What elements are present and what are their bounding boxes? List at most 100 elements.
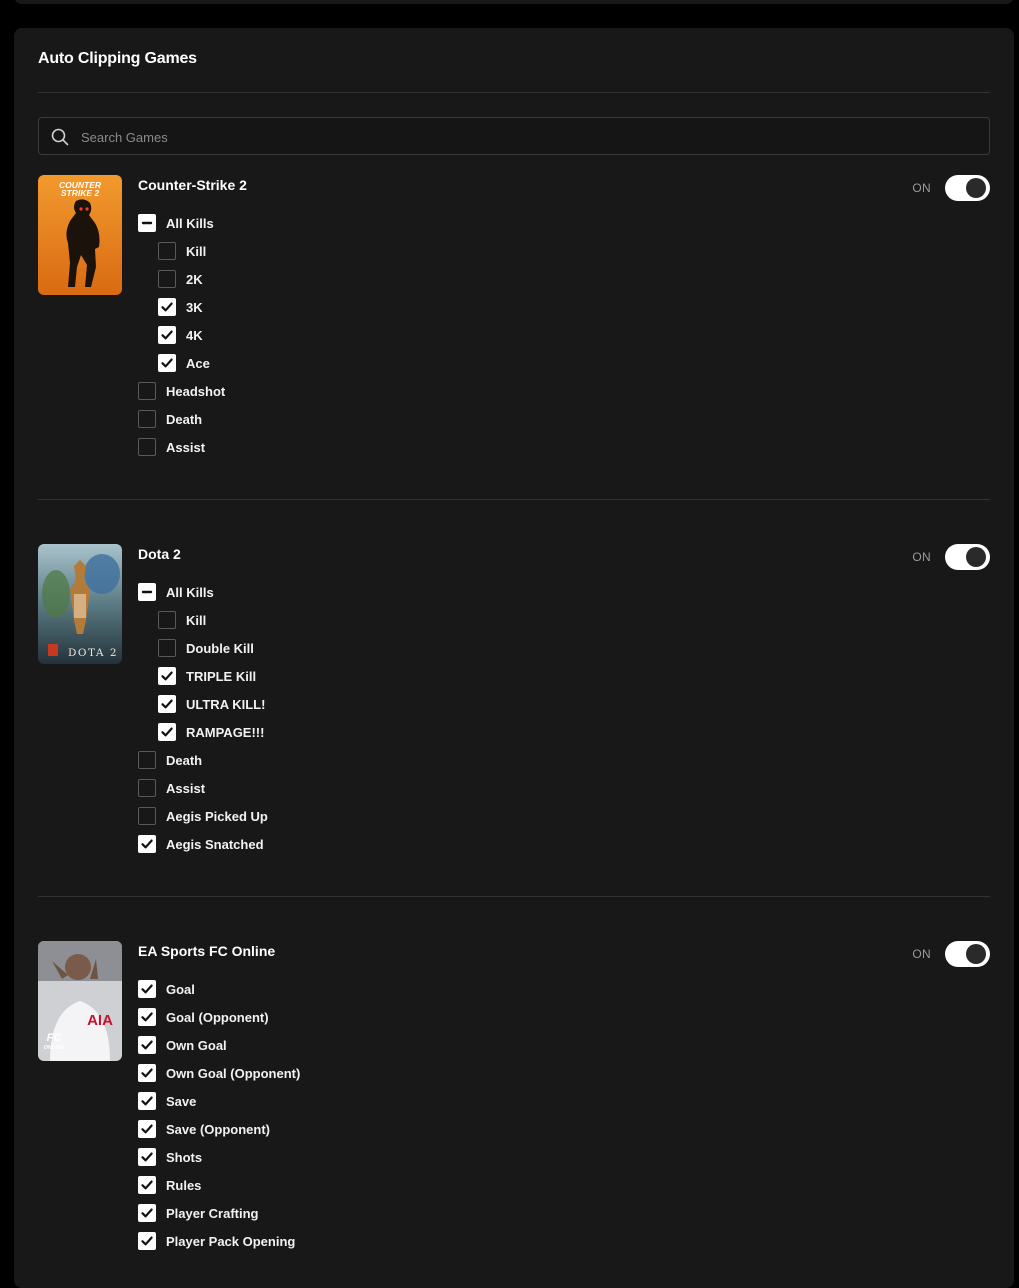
- event-option[interactable]: TRIPLE Kill: [158, 662, 268, 690]
- event-option[interactable]: Player Crafting: [138, 1199, 300, 1227]
- event-checkbox[interactable]: [138, 1120, 156, 1138]
- checkmark-icon: [161, 699, 173, 709]
- divider: [38, 92, 990, 93]
- event-option-label: Save (Opponent): [166, 1121, 271, 1137]
- toggle-knob: [966, 178, 986, 198]
- auto-clipping-panel: Auto Clipping Games COUNTER STRIKE 2: [14, 28, 1014, 1288]
- toggle-status-label: ON: [912, 181, 931, 195]
- checkmark-icon: [141, 1152, 153, 1162]
- game-enable-toggle[interactable]: ON: [912, 544, 990, 570]
- divider: [38, 896, 990, 897]
- event-checkbox[interactable]: [138, 1064, 156, 1082]
- event-option[interactable]: Own Goal: [138, 1031, 300, 1059]
- event-option[interactable]: 4K: [158, 321, 225, 349]
- event-option[interactable]: Shots: [138, 1143, 300, 1171]
- event-option[interactable]: 2K: [158, 265, 225, 293]
- event-checkbox[interactable]: [138, 1148, 156, 1166]
- checkmark-icon: [161, 302, 173, 312]
- event-option[interactable]: Aegis Picked Up: [138, 802, 268, 830]
- event-checkbox[interactable]: [138, 807, 156, 825]
- event-option[interactable]: Save (Opponent): [138, 1115, 300, 1143]
- event-checkbox[interactable]: [158, 326, 176, 344]
- toggle-switch[interactable]: [945, 544, 990, 570]
- event-checkbox[interactable]: [138, 1036, 156, 1054]
- event-option[interactable]: ULTRA KILL!: [158, 690, 268, 718]
- event-checkbox[interactable]: [158, 639, 176, 657]
- event-option[interactable]: 3K: [158, 293, 225, 321]
- checkmark-icon: [141, 1040, 153, 1050]
- event-checkbox[interactable]: [138, 779, 156, 797]
- event-option-label: 4K: [186, 327, 203, 343]
- event-option[interactable]: Double Kill: [158, 634, 268, 662]
- event-options-list: Goal Goal (Opponent) Own Goal Own Goal (Opp…: [138, 975, 300, 1255]
- event-checkbox[interactable]: [158, 667, 176, 685]
- event-checkbox[interactable]: [158, 354, 176, 372]
- event-checkbox[interactable]: [138, 751, 156, 769]
- event-checkbox[interactable]: [158, 270, 176, 288]
- checkmark-icon: [141, 1124, 153, 1134]
- event-option[interactable]: Kill: [158, 237, 225, 265]
- event-checkbox[interactable]: [138, 214, 156, 232]
- event-option[interactable]: RAMPAGE!!!: [158, 718, 268, 746]
- event-checkbox[interactable]: [138, 980, 156, 998]
- checkmark-icon: [141, 1180, 153, 1190]
- game-enable-toggle[interactable]: ON: [912, 175, 990, 201]
- event-option[interactable]: Save: [138, 1087, 300, 1115]
- section-title: Auto Clipping Games: [38, 50, 197, 67]
- event-option-label: Double Kill: [186, 640, 254, 656]
- search-input[interactable]: [79, 118, 963, 156]
- event-option[interactable]: Player Pack Opening: [138, 1227, 300, 1255]
- toggle-switch[interactable]: [945, 941, 990, 967]
- toggle-status-label: ON: [912, 550, 931, 564]
- event-option[interactable]: Assist: [138, 774, 268, 802]
- event-option[interactable]: Goal: [138, 975, 300, 1003]
- event-option[interactable]: Own Goal (Opponent): [138, 1059, 300, 1087]
- event-checkbox[interactable]: [158, 695, 176, 713]
- event-checkbox[interactable]: [138, 835, 156, 853]
- event-checkbox[interactable]: [138, 1008, 156, 1026]
- event-checkbox[interactable]: [138, 583, 156, 601]
- search-box[interactable]: [38, 117, 990, 156]
- event-checkbox[interactable]: [158, 611, 176, 629]
- event-option[interactable]: Ace: [158, 349, 225, 377]
- divider: [38, 499, 990, 500]
- event-checkbox[interactable]: [158, 723, 176, 741]
- event-checkbox[interactable]: [138, 1092, 156, 1110]
- event-option[interactable]: Kill: [158, 606, 268, 634]
- event-checkbox[interactable]: [138, 1204, 156, 1222]
- event-option-label: Save: [166, 1093, 197, 1109]
- event-options-list: All Kills Kill Double Kill TRIPLE Kill ULTRA…: [138, 578, 268, 858]
- game-enable-toggle[interactable]: ON: [912, 941, 990, 967]
- event-option[interactable]: Rules: [138, 1171, 300, 1199]
- event-option[interactable]: Death: [138, 746, 268, 774]
- event-option-label: Player Pack Opening: [166, 1233, 296, 1249]
- minus-icon: [141, 221, 153, 225]
- event-option[interactable]: Goal (Opponent): [138, 1003, 300, 1031]
- toggle-switch[interactable]: [945, 175, 990, 201]
- event-option[interactable]: All Kills: [138, 209, 225, 237]
- event-checkbox[interactable]: [138, 1176, 156, 1194]
- checkmark-icon: [141, 1068, 153, 1078]
- event-checkbox[interactable]: [158, 298, 176, 316]
- checkmark-icon: [161, 727, 173, 737]
- event-checkbox[interactable]: [138, 438, 156, 456]
- checkmark-icon: [141, 1236, 153, 1246]
- event-option-label: Kill: [186, 243, 207, 259]
- event-checkbox[interactable]: [138, 382, 156, 400]
- game-title: Dota 2: [138, 546, 181, 562]
- event-option[interactable]: Death: [138, 405, 225, 433]
- event-checkbox[interactable]: [138, 1232, 156, 1250]
- event-option[interactable]: Assist: [138, 433, 225, 461]
- toggle-status-label: ON: [912, 947, 931, 961]
- event-option[interactable]: All Kills: [138, 578, 268, 606]
- event-option-label: All Kills: [166, 215, 214, 231]
- event-option[interactable]: Headshot: [138, 377, 225, 405]
- event-option-label: Assist: [166, 439, 206, 455]
- event-checkbox[interactable]: [158, 242, 176, 260]
- event-option[interactable]: Aegis Snatched: [138, 830, 268, 858]
- event-checkbox[interactable]: [138, 410, 156, 428]
- svg-text:STRIKE 2: STRIKE 2: [61, 188, 100, 198]
- event-option-label: Own Goal (Opponent): [166, 1065, 301, 1081]
- svg-text:FC: FC: [47, 1032, 63, 1044]
- event-option-label: Shots: [166, 1149, 203, 1165]
